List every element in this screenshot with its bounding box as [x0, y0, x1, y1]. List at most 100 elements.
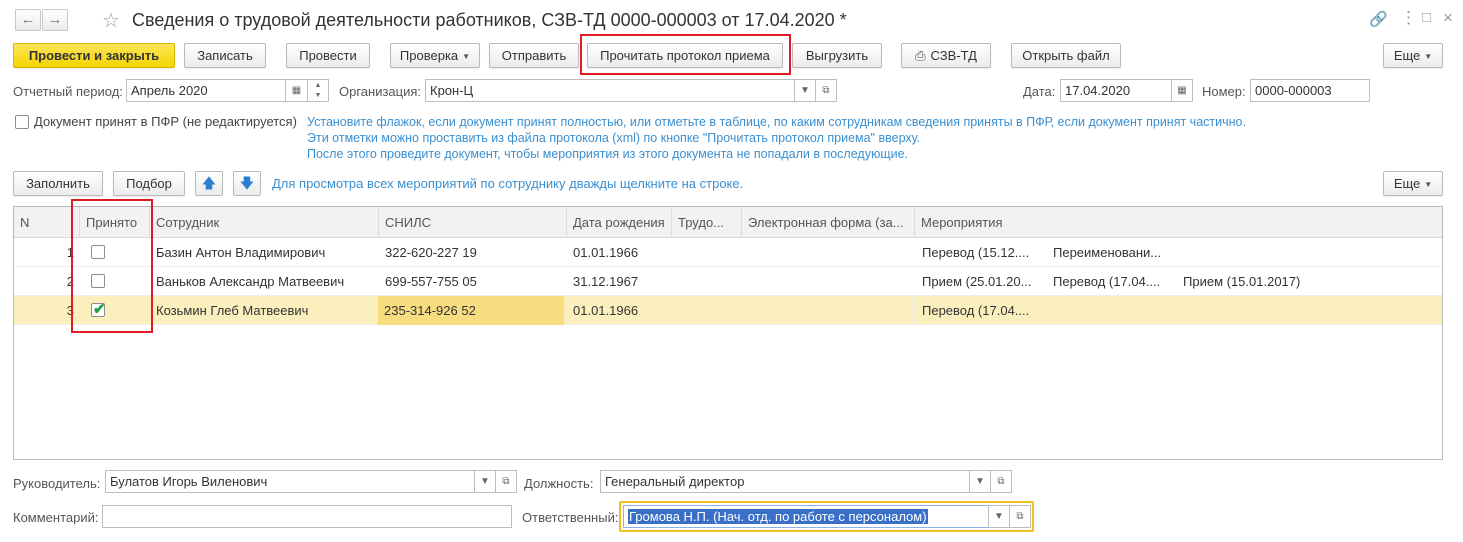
- chevron-down-icon[interactable]: ▼: [474, 470, 496, 493]
- open-icon[interactable]: ⧉: [495, 470, 517, 493]
- comment-label: Комментарий:: [13, 510, 99, 525]
- table-row[interactable]: 1 Базин Антон Владимирович 322-620-227 1…: [14, 238, 1442, 267]
- move-down-button[interactable]: 🡇: [233, 171, 261, 196]
- row-snils: 322-620-227 19: [385, 245, 477, 260]
- open-file-label: Открыть файл: [1022, 48, 1110, 63]
- more-button[interactable]: Еще ▼: [1383, 43, 1443, 68]
- chevron-down-icon[interactable]: ▼: [988, 505, 1010, 528]
- row-event: Прием (15.01.2017): [1183, 274, 1301, 289]
- responsible-label: Ответственный:: [522, 510, 619, 525]
- comment-field[interactable]: [102, 505, 512, 528]
- accepted-label: Документ принят в ПФР (не редактируется): [34, 114, 297, 129]
- row-event: Перевод (17.04....: [922, 303, 1030, 318]
- row-snils: 235-314-926 52: [378, 296, 564, 325]
- select-button[interactable]: Подбор: [113, 171, 185, 196]
- row-event: Перевод (17.04....: [1053, 274, 1161, 289]
- number-label: Номер:: [1202, 84, 1246, 99]
- date-label: Дата:: [1023, 84, 1056, 99]
- table-header: N Принято Сотрудник СНИЛС Дата рождения …: [14, 207, 1442, 238]
- hint-line-3: После этого проведите документ, чтобы ме…: [307, 147, 909, 161]
- table-more-button[interactable]: Еще ▼: [1383, 171, 1443, 196]
- arrow-down-icon: 🡇: [239, 175, 255, 191]
- position-field[interactable]: Генеральный директор: [600, 470, 970, 493]
- column-events[interactable]: Мероприятия: [915, 207, 1442, 238]
- back-button[interactable]: ←: [15, 9, 41, 31]
- post-and-close-label: Провести и закрыть: [28, 48, 160, 63]
- chevron-down-icon: ▼: [1424, 52, 1433, 61]
- save-button[interactable]: Записать: [184, 43, 266, 68]
- star-icon[interactable]: ☆: [102, 8, 120, 33]
- hint-line-2: Эти отметки можно проставить из файла пр…: [307, 131, 921, 145]
- row-birth: 31.12.1967: [573, 274, 639, 289]
- column-e-form[interactable]: Электронная форма (за...: [742, 207, 915, 238]
- select-label: Подбор: [126, 176, 172, 191]
- org-field[interactable]: Крон-Ц: [425, 79, 795, 102]
- send-button[interactable]: Отправить: [489, 43, 579, 68]
- calendar-icon[interactable]: ▦: [1171, 79, 1193, 102]
- table-hint: Для просмотра всех мероприятий по сотруд…: [272, 176, 744, 191]
- export-label: Выгрузить: [805, 48, 869, 63]
- post-button[interactable]: Провести: [286, 43, 370, 68]
- table-row-selected[interactable]: 3 ✔ Козьмин Глеб Матвеевич 235-314-926 5…: [14, 296, 1442, 325]
- link-icon[interactable]: 🔗: [1369, 10, 1388, 28]
- row-birth: 01.01.1966: [573, 245, 639, 260]
- highlight-read-protocol: [580, 34, 791, 75]
- row-event: [1177, 238, 1377, 267]
- save-label: Записать: [197, 48, 253, 63]
- fill-button[interactable]: Заполнить: [13, 171, 103, 196]
- post-and-close-button[interactable]: Провести и закрыть: [13, 43, 175, 68]
- row-event: Прием (25.01.20...: [922, 274, 1032, 289]
- close-icon[interactable]: ×: [1443, 8, 1453, 28]
- print-szv-button[interactable]: ⎙ СЗВ-ТД: [901, 43, 991, 68]
- column-birth[interactable]: Дата рождения: [567, 207, 672, 238]
- move-up-button[interactable]: 🡅: [195, 171, 223, 196]
- period-stepper[interactable]: ▲ ▼: [307, 79, 329, 102]
- more-vertical-icon[interactable]: ⋮: [1400, 8, 1417, 28]
- responsible-field[interactable]: Громова Н.П. (Нач. отд. по работе с перс…: [623, 505, 989, 528]
- arrow-up-icon: 🡅: [201, 175, 217, 191]
- calendar-icon[interactable]: ▦: [285, 79, 308, 102]
- chevron-down-icon[interactable]: ▼: [794, 79, 816, 102]
- open-icon[interactable]: ⧉: [990, 470, 1012, 493]
- more-label: Еще: [1393, 48, 1421, 63]
- export-button[interactable]: Выгрузить: [792, 43, 882, 68]
- table-row[interactable]: 2 Ваньков Александр Матвеевич 699-557-75…: [14, 267, 1442, 296]
- check-dropdown-button[interactable]: Проверка ▼: [390, 43, 480, 68]
- printer-icon: ⎙: [915, 48, 926, 63]
- column-snils[interactable]: СНИЛС: [379, 207, 567, 238]
- column-employee[interactable]: Сотрудник: [150, 207, 379, 238]
- position-label: Должность:: [524, 476, 594, 491]
- open-file-button[interactable]: Открыть файл: [1011, 43, 1121, 68]
- responsible-selected-text: Громова Н.П. (Нач. отд. по работе с перс…: [628, 509, 928, 524]
- chevron-down-icon: ▼: [1424, 180, 1433, 189]
- date-field[interactable]: 17.04.2020: [1060, 79, 1172, 102]
- org-label: Организация:: [339, 84, 422, 99]
- fill-label: Заполнить: [26, 176, 90, 191]
- row-snils: 699-557-755 05: [385, 274, 477, 289]
- open-icon[interactable]: ⧉: [1009, 505, 1031, 528]
- highlight-accepted-column: [71, 199, 153, 333]
- arrow-left-icon: ←: [20, 11, 36, 28]
- accepted-checkbox[interactable]: [15, 115, 29, 129]
- table-more-label: Еще: [1393, 176, 1421, 191]
- maximize-icon[interactable]: □: [1422, 9, 1431, 26]
- employees-table: N Принято Сотрудник СНИЛС Дата рождения …: [13, 206, 1443, 460]
- row-event: Перевод (15.12....: [922, 245, 1030, 260]
- row-event: Переименовани...: [1053, 245, 1162, 260]
- page-title: Сведения о трудовой деятельности работни…: [132, 10, 847, 30]
- arrow-right-icon: →: [47, 11, 63, 28]
- period-field[interactable]: Апрель 2020: [126, 79, 286, 102]
- open-icon[interactable]: ⧉: [815, 79, 837, 102]
- column-labor[interactable]: Трудо...: [672, 207, 742, 238]
- head-field[interactable]: Булатов Игорь Виленович: [105, 470, 475, 493]
- period-label: Отчетный период:: [13, 84, 123, 99]
- number-field[interactable]: 0000-000003: [1250, 79, 1370, 102]
- row-event: [1047, 296, 1175, 325]
- print-szv-label: СЗВ-ТД: [930, 48, 977, 63]
- head-label: Руководитель:: [13, 476, 101, 491]
- row-employee: Козьмин Глеб Матвеевич: [156, 303, 309, 318]
- chevron-down-icon[interactable]: ▼: [969, 470, 991, 493]
- hint-line-1: Установите флажок, если документ принят …: [307, 115, 1246, 129]
- check-label: Проверка: [399, 48, 459, 63]
- forward-button[interactable]: →: [42, 9, 68, 31]
